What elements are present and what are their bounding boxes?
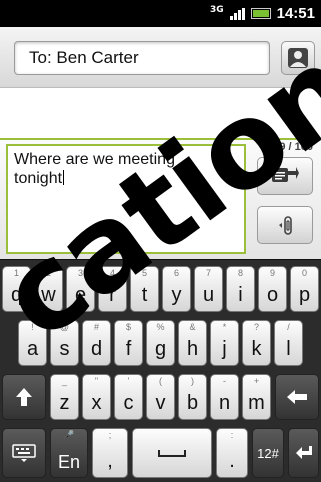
key-b[interactable]: ) b bbox=[178, 374, 207, 420]
battery-icon bbox=[250, 8, 271, 19]
language-key[interactable]: 🎤 En bbox=[50, 428, 88, 478]
space-key[interactable] bbox=[132, 428, 212, 478]
keyboard-icon bbox=[12, 444, 36, 462]
send-icon bbox=[272, 167, 299, 182]
text-cursor bbox=[63, 170, 65, 185]
key-g[interactable]: % g bbox=[146, 320, 175, 366]
enter-key[interactable] bbox=[288, 428, 319, 478]
key-k[interactable]: ? k bbox=[242, 320, 271, 366]
key-r[interactable]: 4r bbox=[98, 266, 127, 312]
key-t[interactable]: 5t bbox=[130, 266, 159, 312]
key-e[interactable]: 3e bbox=[66, 266, 95, 312]
message-line-2: tonight bbox=[14, 170, 63, 187]
key-y[interactable]: 6y bbox=[162, 266, 191, 312]
key-w[interactable]: 2w bbox=[34, 266, 63, 312]
key-i[interactable]: 8i bbox=[226, 266, 255, 312]
soft-keyboard: 1q 2w 3e 4r 5t 6y 7u 8i 9o 0p ! a @ s # d $… bbox=[0, 259, 321, 482]
key-o[interactable]: 9o bbox=[258, 266, 287, 312]
key-d[interactable]: # d bbox=[82, 320, 111, 366]
key-u[interactable]: 7u bbox=[194, 266, 223, 312]
key-p[interactable]: 0p bbox=[290, 266, 319, 312]
recipient-field[interactable]: To: Ben Carter bbox=[14, 41, 270, 75]
key-j[interactable]: * j bbox=[210, 320, 239, 366]
key-s[interactable]: @ s bbox=[50, 320, 79, 366]
key-q[interactable]: 1q bbox=[2, 266, 31, 312]
key-n[interactable]: -n bbox=[210, 374, 239, 420]
comma-key[interactable]: ;, bbox=[92, 428, 128, 478]
conversation-area bbox=[0, 88, 321, 138]
send-button[interactable] bbox=[257, 157, 313, 195]
attach-button[interactable] bbox=[257, 206, 313, 244]
person-icon bbox=[288, 48, 308, 68]
message-line-1: Where are we meeting bbox=[14, 151, 175, 168]
add-contact-button[interactable] bbox=[281, 41, 315, 75]
shift-key[interactable] bbox=[2, 374, 46, 420]
space-bar-icon bbox=[158, 450, 186, 457]
key-z[interactable]: _ z bbox=[50, 374, 79, 420]
status-bar: 3G 14:51 bbox=[0, 0, 321, 27]
network-type: 3G bbox=[209, 4, 224, 15]
key-f[interactable]: $ f bbox=[114, 320, 143, 366]
key-x[interactable]: " x bbox=[82, 374, 111, 420]
character-counter: 29 / 160 bbox=[273, 141, 313, 153]
backspace-arrow-icon bbox=[287, 390, 307, 404]
key-c[interactable]: ' c bbox=[114, 374, 143, 420]
recipient-header: To: Ben Carter bbox=[0, 27, 321, 88]
symbols-key[interactable]: 12# bbox=[252, 428, 284, 478]
signal-icon bbox=[229, 7, 245, 20]
backspace-key[interactable] bbox=[275, 374, 319, 420]
clock: 14:51 bbox=[276, 5, 315, 22]
enter-arrow-icon bbox=[295, 446, 312, 459]
paperclip-icon bbox=[279, 216, 292, 235]
compose-panel: Where are we meeting tonight 29 / 160 bbox=[0, 138, 321, 259]
shift-arrow-icon bbox=[16, 388, 32, 406]
key-h[interactable]: & h bbox=[178, 320, 207, 366]
key-a[interactable]: ! a bbox=[18, 320, 47, 366]
microphone-icon: 🎤 bbox=[63, 430, 75, 440]
key-m[interactable]: + m bbox=[242, 374, 271, 420]
key-l[interactable]: / l bbox=[274, 320, 303, 366]
period-key[interactable]: :. bbox=[216, 428, 248, 478]
key-v[interactable]: (v bbox=[146, 374, 175, 420]
keyboard-settings-key[interactable] bbox=[2, 428, 46, 478]
message-input[interactable]: Where are we meeting tonight bbox=[6, 144, 246, 254]
